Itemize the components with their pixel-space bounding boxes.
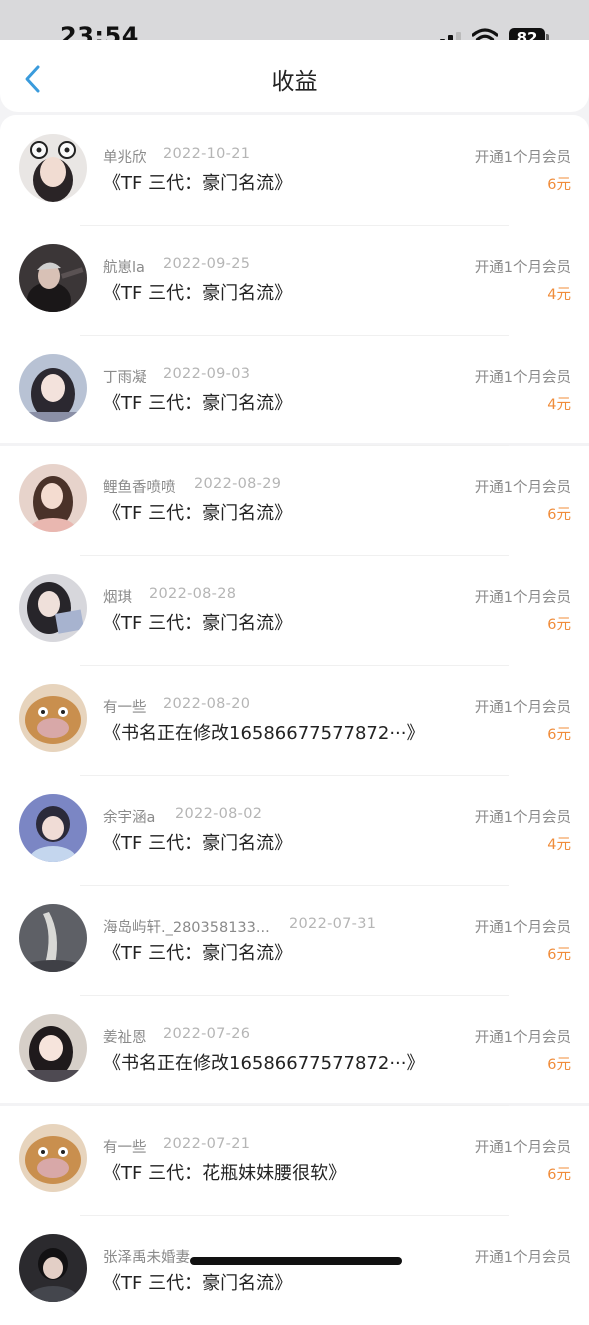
book-title: 《书名正在修改16586677577872···》 (103, 1053, 425, 1074)
book-title: 《TF 三代：豪门名流》 (103, 1273, 293, 1294)
date: 2022-08-29 (194, 476, 282, 492)
date: 2022-09-03 (163, 366, 251, 382)
date: 2022-07-26 (163, 1026, 251, 1042)
avatar (19, 1124, 87, 1192)
amount: 4元 (547, 287, 571, 303)
book-title: 《TF 三代：豪门名流》 (103, 613, 293, 634)
list-item[interactable]: 有一些 2022-07-21 《TF 三代：花瓶妹妹腰很软》 开通1个月会员 6… (0, 1105, 589, 1215)
avatar (19, 904, 87, 972)
username: 丁雨凝 (103, 370, 147, 386)
avatar (19, 574, 87, 642)
page-title: 收益 (271, 69, 318, 95)
book-title: 《TF 三代：豪门名流》 (103, 943, 293, 964)
amount: 6元 (547, 947, 571, 963)
amount: 6元 (547, 177, 571, 193)
date: 2022-09-25 (163, 256, 251, 272)
book-title: 《TF 三代：豪门名流》 (103, 833, 293, 854)
amount: 4元 (547, 397, 571, 413)
amount: 6元 (547, 1167, 571, 1183)
list-item[interactable]: 有一些 2022-08-20 《书名正在修改16586677577872···》… (0, 665, 589, 775)
username: 余宇涵a (103, 810, 156, 826)
plan-label: 开通1个月会员 (474, 150, 571, 166)
book-title: 《书名正在修改16586677577872···》 (103, 723, 425, 744)
username: 单兆欣 (103, 150, 147, 166)
amount: 6元 (547, 507, 571, 523)
avatar (19, 1234, 87, 1302)
date: 2022-08-20 (163, 696, 251, 712)
book-title: 《TF 三代：花瓶妹妹腰很软》 (103, 1163, 347, 1184)
book-title: 《TF 三代：豪门名流》 (103, 503, 293, 524)
plan-label: 开通1个月会员 (474, 480, 571, 496)
username: 烟琪 (103, 590, 132, 606)
amount: 6元 (547, 727, 571, 743)
plan-label: 开通1个月会员 (474, 1140, 571, 1156)
avatar (19, 464, 87, 532)
plan-label: 开通1个月会员 (474, 700, 571, 716)
nav-header: 收益 (0, 40, 589, 112)
avatar (19, 794, 87, 862)
date: 2022-07-31 (289, 916, 377, 932)
username: 姜祉恩 (103, 1030, 147, 1046)
plan-label: 开通1个月会员 (474, 1030, 571, 1046)
amount: 4元 (547, 837, 571, 853)
book-title: 《TF 三代：豪门名流》 (103, 283, 293, 304)
avatar (19, 244, 87, 312)
date: 2022-07-21 (163, 1136, 251, 1152)
list-item[interactable]: 航崽la 2022-09-25 《TF 三代：豪门名流》 开通1个月会员 4元 (0, 225, 589, 335)
plan-label: 开通1个月会员 (474, 810, 571, 826)
avatar (19, 134, 87, 202)
book-title: 《TF 三代：豪门名流》 (103, 173, 293, 194)
date: 2022-10-21 (163, 146, 251, 162)
plan-label: 开通1个月会员 (474, 1250, 571, 1266)
avatar (19, 684, 87, 752)
date: 2022-08-28 (149, 586, 237, 602)
plan-label: 开通1个月会员 (474, 370, 571, 386)
plan-label: 开通1个月会员 (474, 260, 571, 276)
plan-label: 开通1个月会员 (474, 920, 571, 936)
username: 鲤鱼香喷喷 (103, 480, 176, 496)
list-item[interactable]: 单兆欣 2022-10-21 《TF 三代：豪门名流》 开通1个月会员 6元 (0, 115, 589, 225)
home-indicator (190, 1257, 402, 1265)
status-bar: 23:54 82 (0, 0, 589, 50)
list-item[interactable]: 丁雨凝 2022-09-03 《TF 三代：豪门名流》 开通1个月会员 4元 (0, 335, 589, 446)
list-item[interactable]: 余宇涵a 2022-08-02 《TF 三代：豪门名流》 开通1个月会员 4元 (0, 775, 589, 885)
username: 航崽la (103, 260, 145, 276)
username: 张泽禹未婚妻 (103, 1250, 190, 1266)
username: 有一些 (103, 1140, 147, 1156)
username: 有一些 (103, 700, 147, 716)
amount: 6元 (547, 1057, 571, 1073)
list-item[interactable]: 张泽禹未婚妻 《TF 三代：豪门名流》 开通1个月会员 (0, 1215, 589, 1325)
list-item[interactable]: 烟琪 2022-08-28 《TF 三代：豪门名流》 开通1个月会员 6元 (0, 555, 589, 665)
book-title: 《TF 三代：豪门名流》 (103, 393, 293, 414)
list-item[interactable]: 海岛屿轩._280358133... 2022-07-31 《TF 三代：豪门名… (0, 885, 589, 995)
username: 海岛屿轩._280358133... (103, 920, 270, 936)
amount: 6元 (547, 617, 571, 633)
date: 2022-08-02 (175, 806, 263, 822)
earnings-list: 单兆欣 2022-10-21 《TF 三代：豪门名流》 开通1个月会员 6元 航… (0, 115, 589, 1325)
plan-label: 开通1个月会员 (474, 590, 571, 606)
list-item[interactable]: 鲤鱼香喷喷 2022-08-29 《TF 三代：豪门名流》 开通1个月会员 6元 (0, 445, 589, 555)
list-item[interactable]: 姜祉恩 2022-07-26 《书名正在修改16586677577872···》… (0, 995, 589, 1106)
avatar (19, 1014, 87, 1082)
avatar (19, 354, 87, 422)
